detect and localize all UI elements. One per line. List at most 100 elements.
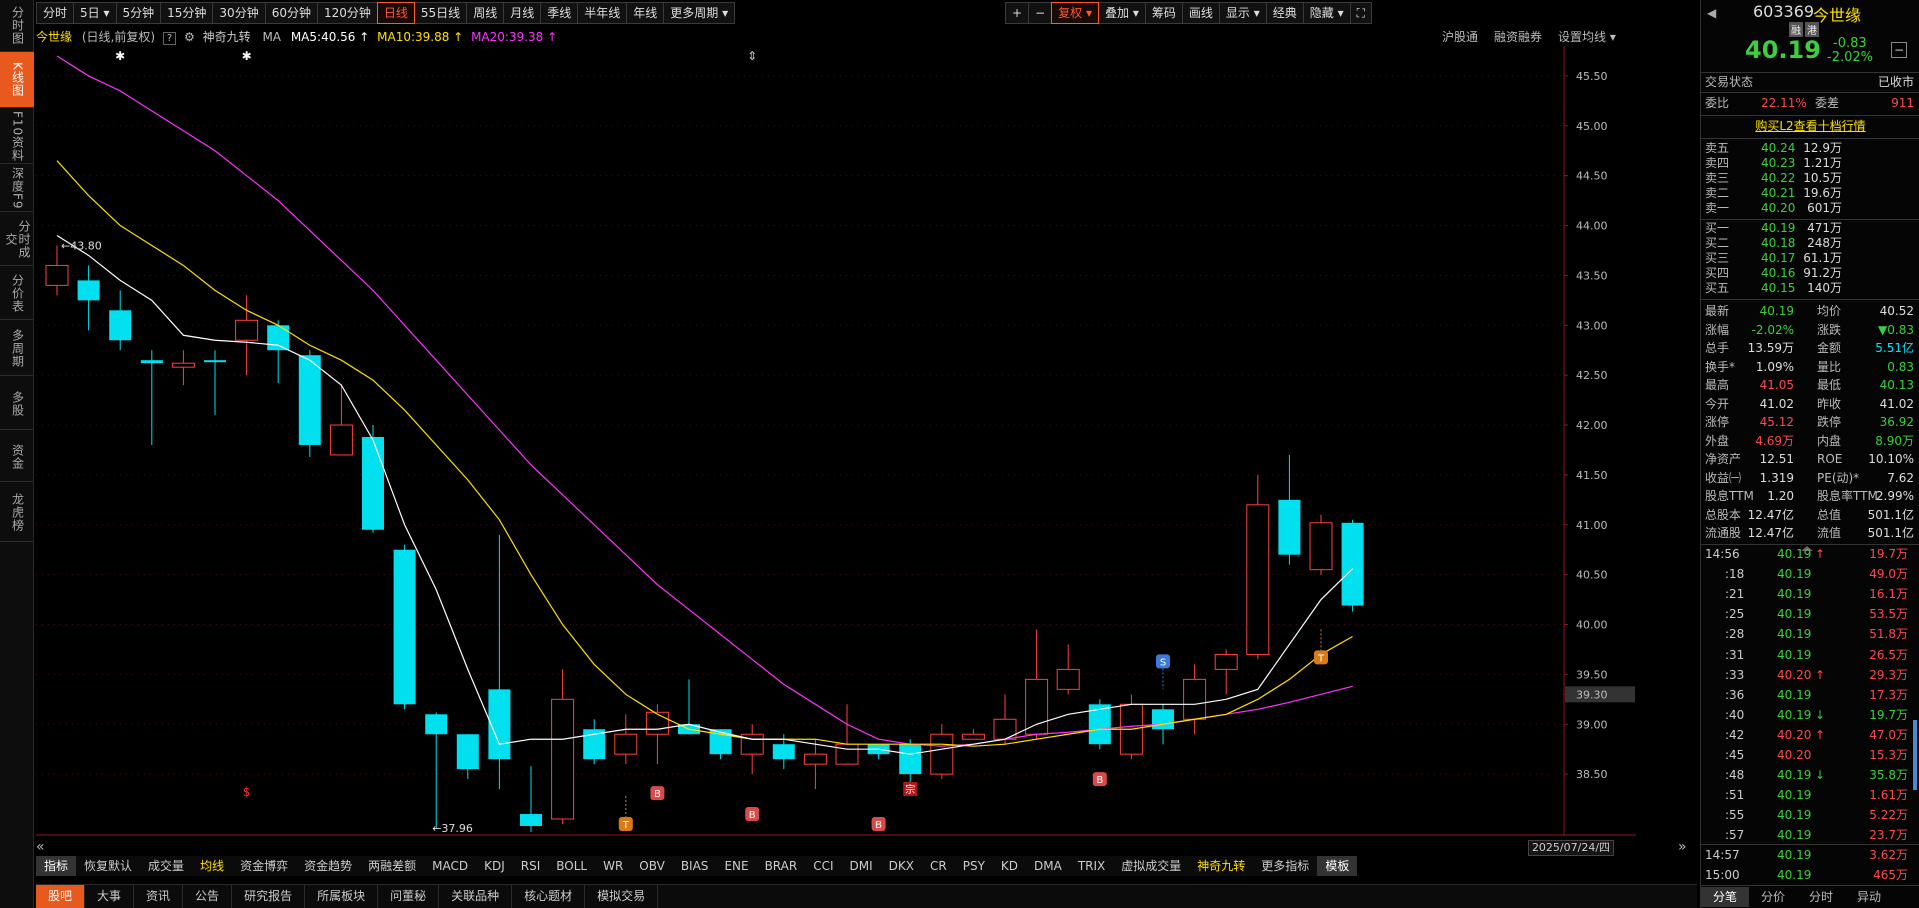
bottom-tab-4[interactable]: 研究报告 bbox=[232, 885, 306, 908]
tick-scrollbar[interactable] bbox=[1913, 720, 1917, 790]
left-nav-item-3[interactable]: 深度F9 bbox=[0, 166, 34, 212]
period-tab-6[interactable]: 120分钟 bbox=[316, 2, 378, 24]
asks-row[interactable]: 卖一 40.20 601万 bbox=[1701, 201, 1919, 216]
indicator-tab-5[interactable]: 资金趋势 bbox=[296, 856, 360, 876]
tick-row[interactable]: :45 40.20 15.3万 bbox=[1701, 746, 1919, 764]
period-tab-11[interactable]: 季线 bbox=[540, 2, 579, 24]
event-marker[interactable]: 宗 bbox=[903, 782, 918, 796]
chart-tool-1[interactable]: − bbox=[1028, 2, 1053, 24]
kline-chart[interactable]: 45.50 45.00 44.50 44.00 43.50 43.00 42.50 42.00… bbox=[36, 46, 1636, 836]
bottom-tab-3[interactable]: 公告 bbox=[183, 885, 233, 908]
chart-tool-6[interactable]: 显示 ▾ bbox=[1218, 2, 1267, 24]
left-nav-item-5[interactable]: 分价表 bbox=[0, 268, 34, 320]
tick-row[interactable]: :40 40.19 ↓ 19.7万 bbox=[1701, 706, 1919, 724]
chart-tool-2[interactable]: 复权 ▾ bbox=[1051, 2, 1100, 24]
tick-row[interactable]: :33 40.20 ↑ 29.3万 bbox=[1701, 666, 1919, 684]
indicator-tab-17[interactable]: DMI bbox=[842, 856, 881, 876]
tick-row[interactable]: :42 40.20 ↑ 47.0万 bbox=[1701, 726, 1919, 744]
candle[interactable] bbox=[393, 544, 416, 710]
period-tab-5[interactable]: 60分钟 bbox=[264, 2, 318, 24]
bids-row[interactable]: 买五 40.15 140万 bbox=[1701, 281, 1919, 296]
period-tab-9[interactable]: 周线 bbox=[466, 2, 505, 24]
indicator-tab-2[interactable]: 成交量 bbox=[140, 856, 192, 876]
tick-row[interactable]: :18 40.19 49.0万 bbox=[1701, 565, 1919, 583]
bottom-tab-1[interactable]: 大事 bbox=[85, 885, 135, 908]
indicator-tab-15[interactable]: BRAR bbox=[757, 856, 806, 876]
indicator-tab-10[interactable]: BOLL bbox=[548, 856, 595, 876]
left-nav-item-0[interactable]: 分时图 bbox=[0, 0, 34, 52]
period-tab-7[interactable]: 日线 bbox=[376, 2, 415, 24]
bids-row[interactable]: 买一 40.19 471万 bbox=[1701, 221, 1919, 236]
signal-B[interactable]: B bbox=[745, 807, 760, 822]
panel-tab-3[interactable]: 异动 bbox=[1845, 887, 1893, 907]
period-tab-1[interactable]: 5日 ▾ bbox=[73, 2, 117, 24]
period-tab-2[interactable]: 5分钟 bbox=[115, 2, 162, 24]
tick-row[interactable]: 14:56 40.19 ↑ 19.7万 bbox=[1701, 545, 1919, 563]
buy-l2-link[interactable]: 购买L2查看十档行情 bbox=[1701, 117, 1919, 135]
period-tab-3[interactable]: 15分钟 bbox=[160, 2, 214, 24]
period-tab-14[interactable]: 更多周期 ▾ bbox=[663, 2, 736, 24]
indicator-tab-12[interactable]: OBV bbox=[631, 856, 673, 876]
candle[interactable] bbox=[1341, 519, 1364, 612]
back-arrow-icon[interactable]: ◀ bbox=[1707, 6, 1716, 20]
indicator-tab-13[interactable]: BIAS bbox=[673, 856, 717, 876]
strategy-label[interactable]: 神奇九转 bbox=[203, 30, 251, 44]
tick-row[interactable]: :25 40.19 53.5万 bbox=[1701, 605, 1919, 623]
chart-tool-4[interactable]: 筹码 bbox=[1144, 2, 1183, 24]
signal-B[interactable]: B bbox=[871, 817, 886, 831]
indicator-tab-0[interactable]: 指标 bbox=[36, 856, 77, 876]
tick-row[interactable]: 15:00 40.19 465万 bbox=[1701, 866, 1919, 884]
candle[interactable] bbox=[1088, 699, 1111, 750]
bottom-tab-0[interactable]: 股吧 bbox=[36, 885, 86, 908]
tick-row[interactable]: :57 40.19 23.7万 bbox=[1701, 826, 1919, 844]
indicator-tab-25[interactable]: 神奇九转 bbox=[1189, 856, 1253, 876]
chart-tool-5[interactable]: 画线 bbox=[1181, 2, 1220, 24]
tick-row[interactable]: :21 40.19 16.1万 bbox=[1701, 585, 1919, 603]
period-tab-12[interactable]: 半年线 bbox=[577, 2, 628, 24]
left-nav-item-7[interactable]: 多股 bbox=[0, 378, 34, 430]
signal-B[interactable]: B bbox=[1092, 772, 1107, 787]
chart-tool-7[interactable]: 经典 bbox=[1265, 2, 1304, 24]
bids-row[interactable]: 买四 40.16 91.2万 bbox=[1701, 266, 1919, 281]
collapse-panel-button[interactable]: − bbox=[1891, 42, 1907, 58]
left-nav-item-9[interactable]: 龙虎榜 bbox=[0, 484, 34, 542]
settings-gear-icon[interactable]: ⚙ bbox=[184, 30, 195, 44]
asks-row[interactable]: 卖四 40.23 1.21万 bbox=[1701, 156, 1919, 171]
tick-row[interactable]: :51 40.19 1.61万 bbox=[1701, 786, 1919, 804]
period-tab-8[interactable]: 55日线 bbox=[413, 2, 468, 24]
asks-row[interactable]: 卖五 40.24 12.9万 bbox=[1701, 141, 1919, 156]
period-tab-4[interactable]: 30分钟 bbox=[212, 2, 266, 24]
chart-link-0[interactable]: 沪股通 bbox=[1442, 28, 1478, 46]
indicator-tab-24[interactable]: 虚拟成交量 bbox=[1113, 856, 1189, 876]
bottom-tab-2[interactable]: 资讯 bbox=[134, 885, 184, 908]
help-icon[interactable]: ? bbox=[162, 32, 177, 45]
chart-link-2[interactable]: 设置均线 ▾ bbox=[1558, 28, 1616, 46]
indicator-tab-11[interactable]: WR bbox=[595, 856, 631, 876]
dividend-marker[interactable]: $ bbox=[243, 785, 251, 799]
panel-tab-1[interactable]: 分价 bbox=[1749, 887, 1797, 907]
candle[interactable] bbox=[1309, 514, 1333, 575]
bids-row[interactable]: 买二 40.18 248万 bbox=[1701, 236, 1919, 251]
indicator-tab-16[interactable]: CCI bbox=[805, 856, 841, 876]
tick-row[interactable]: :55 40.19 5.22万 bbox=[1701, 806, 1919, 824]
indicator-tab-18[interactable]: DKX bbox=[881, 856, 922, 876]
tick-row[interactable]: :31 40.19 26.5万 bbox=[1701, 646, 1919, 664]
tick-row[interactable]: 14:57 40.19 3.62万 bbox=[1701, 846, 1919, 864]
chart-link-1[interactable]: 融资融券 bbox=[1494, 28, 1542, 46]
scroll-right-button[interactable]: » bbox=[1678, 839, 1687, 855]
tick-row[interactable]: :28 40.19 51.8万 bbox=[1701, 625, 1919, 643]
bottom-tab-8[interactable]: 核心题材 bbox=[512, 885, 586, 908]
period-tab-0[interactable]: 分时 bbox=[36, 2, 75, 24]
chart-tool-9[interactable]: ⛶ bbox=[1349, 2, 1372, 24]
left-nav-item-8[interactable]: 资金 bbox=[0, 432, 34, 482]
left-nav-item-6[interactable]: 多周期 bbox=[0, 322, 34, 376]
bids-row[interactable]: 买三 40.17 61.1万 bbox=[1701, 251, 1919, 266]
left-nav-item-4[interactable]: 分时成交 bbox=[0, 214, 34, 266]
bottom-tab-7[interactable]: 关联品种 bbox=[439, 885, 513, 908]
panel-tab-0[interactable]: 分笔 bbox=[1701, 887, 1749, 907]
indicator-tab-23[interactable]: TRIX bbox=[1070, 856, 1113, 876]
asks-row[interactable]: 卖二 40.21 19.6万 bbox=[1701, 186, 1919, 201]
scroll-left-button[interactable]: « bbox=[36, 839, 45, 855]
indicator-tab-21[interactable]: KD bbox=[993, 856, 1026, 876]
chart-tool-8[interactable]: 隐藏 ▾ bbox=[1302, 2, 1351, 24]
